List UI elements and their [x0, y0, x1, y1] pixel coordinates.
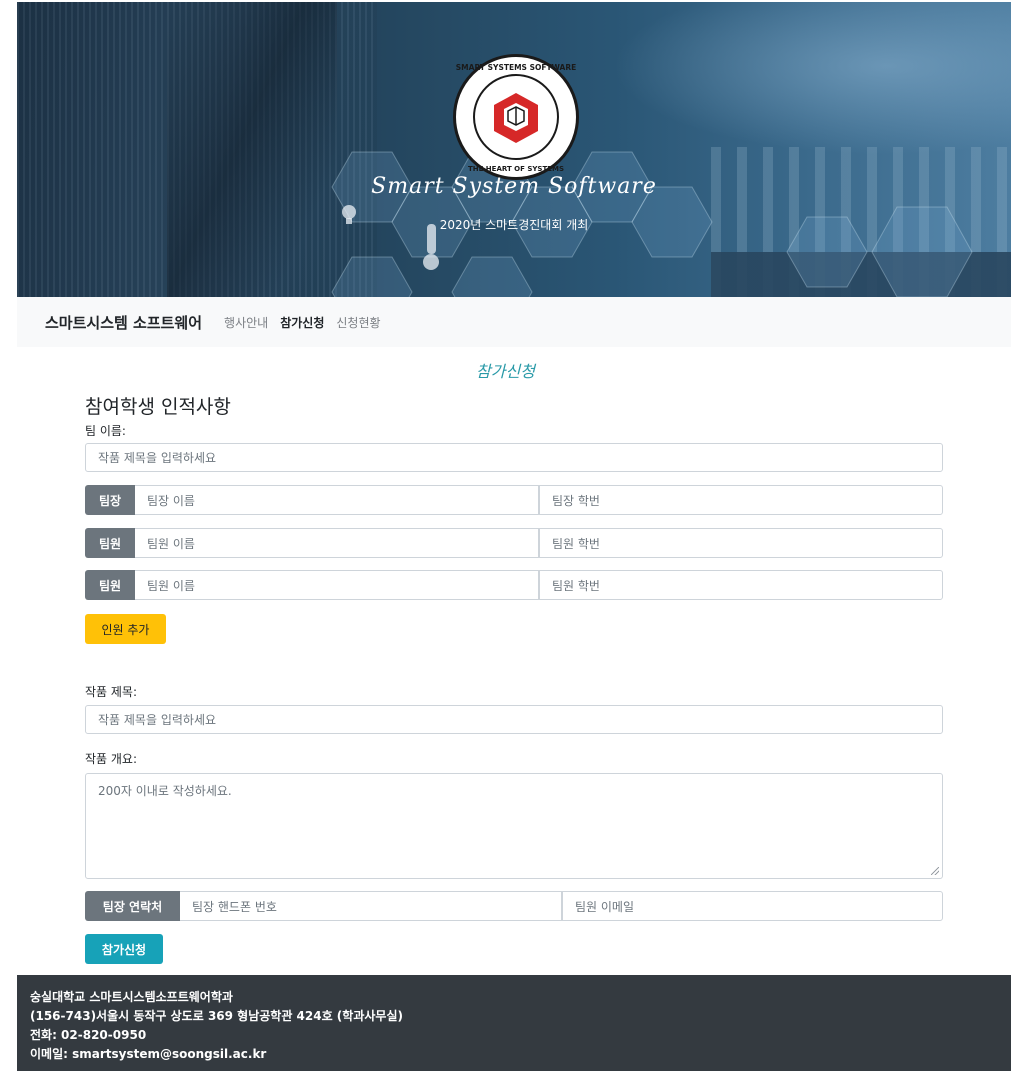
footer-department: 숭실대학교 스마트시스템소프트웨어학과 — [30, 990, 233, 1004]
email-input[interactable]: 팀원 이메일 — [562, 891, 943, 921]
member-role-addon: 팀장 — [85, 485, 135, 515]
navbar: 스마트시스템 소프트웨어 행사안내 참가신청 신청현황 — [17, 297, 1011, 347]
work-summary-textarea[interactable]: 200자 이내로 작성하세요. — [85, 773, 943, 879]
footer-email: 이메일: smartsystem@soongsil.ac.kr — [30, 1047, 267, 1061]
footer-phone: 전화: 02-820-0950 — [30, 1028, 147, 1042]
work-title-label: 작품 제목: — [85, 685, 138, 699]
hero-banner: SMART SYSTEMS SOFTWARE THE HEART OF SYST… — [17, 2, 1011, 297]
member-row: 팀장 팀장 이름 팀장 학번 — [85, 485, 943, 515]
member-id-input[interactable]: 팀장 학번 — [539, 485, 943, 515]
contact-row: 팀장 연락처 팀장 핸드폰 번호 팀원 이메일 — [85, 891, 943, 921]
nav-link-event-info[interactable]: 행사안내 — [224, 314, 268, 331]
resize-handle-icon[interactable] — [931, 867, 939, 875]
phone-input[interactable]: 팀장 핸드폰 번호 — [180, 891, 562, 921]
navbar-brand[interactable]: 스마트시스템 소프트웨어 — [45, 312, 202, 333]
work-title-input[interactable]: 작품 제목을 입력하세요 — [85, 705, 943, 734]
footer-address: (156-743)서울시 동작구 상도로 369 형남공학관 424호 (학과사… — [30, 1009, 403, 1023]
nav-link-apply[interactable]: 참가신청 — [280, 314, 324, 331]
hero-subtitle: 2020년 스마트경진대회 개최 — [439, 218, 589, 232]
member-role-addon: 팀원 — [85, 528, 135, 558]
member-role-addon: 팀원 — [85, 570, 135, 600]
team-name-input[interactable]: 작품 제목을 입력하세요 — [85, 443, 943, 472]
submit-button[interactable]: 참가신청 — [85, 934, 163, 964]
work-summary-placeholder: 200자 이내로 작성하세요. — [98, 784, 232, 798]
contact-addon: 팀장 연락처 — [85, 891, 180, 921]
nav-link-status[interactable]: 신청현황 — [336, 314, 380, 331]
svg-text:THE HEART OF SYSTEMS: THE HEART OF SYSTEMS — [468, 165, 564, 173]
smart-systems-logo: SMART SYSTEMS SOFTWARE THE HEART OF SYST… — [453, 54, 579, 180]
member-name-input[interactable]: 팀원 이름 — [135, 570, 539, 600]
member-name-input[interactable]: 팀원 이름 — [135, 528, 539, 558]
footer: 숭실대학교 스마트시스템소프트웨어학과 (156-743)서울시 동작구 상도로… — [17, 975, 1011, 1071]
team-name-label: 팀 이름: — [85, 424, 126, 438]
add-member-button[interactable]: 인원 추가 — [85, 614, 166, 644]
member-row: 팀원 팀원 이름 팀원 학번 — [85, 528, 943, 558]
work-summary-label: 작품 개요: — [85, 752, 138, 766]
member-id-input[interactable]: 팀원 학번 — [539, 528, 943, 558]
member-row: 팀원 팀원 이름 팀원 학번 — [85, 570, 943, 600]
member-id-input[interactable]: 팀원 학번 — [539, 570, 943, 600]
section-title: 참여학생 인적사항 — [85, 396, 231, 418]
svg-text:SMART SYSTEMS SOFTWARE: SMART SYSTEMS SOFTWARE — [456, 63, 576, 72]
hero-title: Smart System Software — [371, 174, 657, 199]
page-heading: 참가신청 — [476, 362, 535, 381]
member-name-input[interactable]: 팀장 이름 — [135, 485, 539, 515]
